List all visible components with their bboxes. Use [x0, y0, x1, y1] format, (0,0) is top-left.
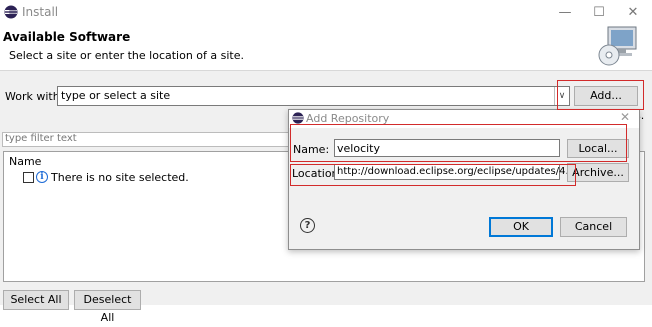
local-button[interactable]: Local... — [567, 139, 629, 158]
help-icon[interactable]: ? — [300, 218, 315, 233]
work-with-value[interactable]: type or select a site — [61, 89, 170, 102]
maximize-icon[interactable]: ☐ — [582, 0, 616, 25]
name-value[interactable]: velocity — [337, 142, 380, 155]
name-label: Name: — [293, 143, 330, 156]
close-icon[interactable]: ✕ — [618, 110, 632, 126]
minimize-icon[interactable]: — — [548, 0, 582, 25]
tree-item-checkbox[interactable] — [23, 172, 34, 183]
work-with-label: Work with: — [5, 90, 64, 103]
close-icon[interactable]: ✕ — [616, 0, 650, 25]
select-all-button[interactable]: Select All — [3, 290, 69, 310]
add-button[interactable]: Add... — [574, 86, 638, 106]
ok-button[interactable]: OK — [489, 217, 553, 237]
filter-placeholder[interactable]: type filter text — [5, 133, 77, 144]
dialog-title: Add Repository — [306, 112, 390, 125]
tree-column-name: Name — [9, 155, 42, 168]
location-value[interactable]: http://download.eclipse.org/eclipse/upda… — [337, 166, 575, 177]
chevron-down-icon[interactable]: ∨ — [554, 87, 569, 105]
install-cd-icon — [598, 26, 637, 66]
archive-button[interactable]: Archive... — [567, 163, 629, 182]
cancel-button[interactable]: Cancel — [560, 217, 627, 237]
eclipse-icon — [4, 5, 18, 19]
page-title: Available Software — [3, 30, 131, 44]
info-icon: i — [36, 171, 48, 183]
window-title: Install — [22, 5, 59, 19]
eclipse-icon — [292, 112, 304, 124]
deselect-all-button[interactable]: Deselect All — [74, 290, 141, 324]
tree-empty-message: There is no site selected. — [51, 171, 189, 184]
page-description: Select a site or enter the location of a… — [9, 49, 245, 62]
